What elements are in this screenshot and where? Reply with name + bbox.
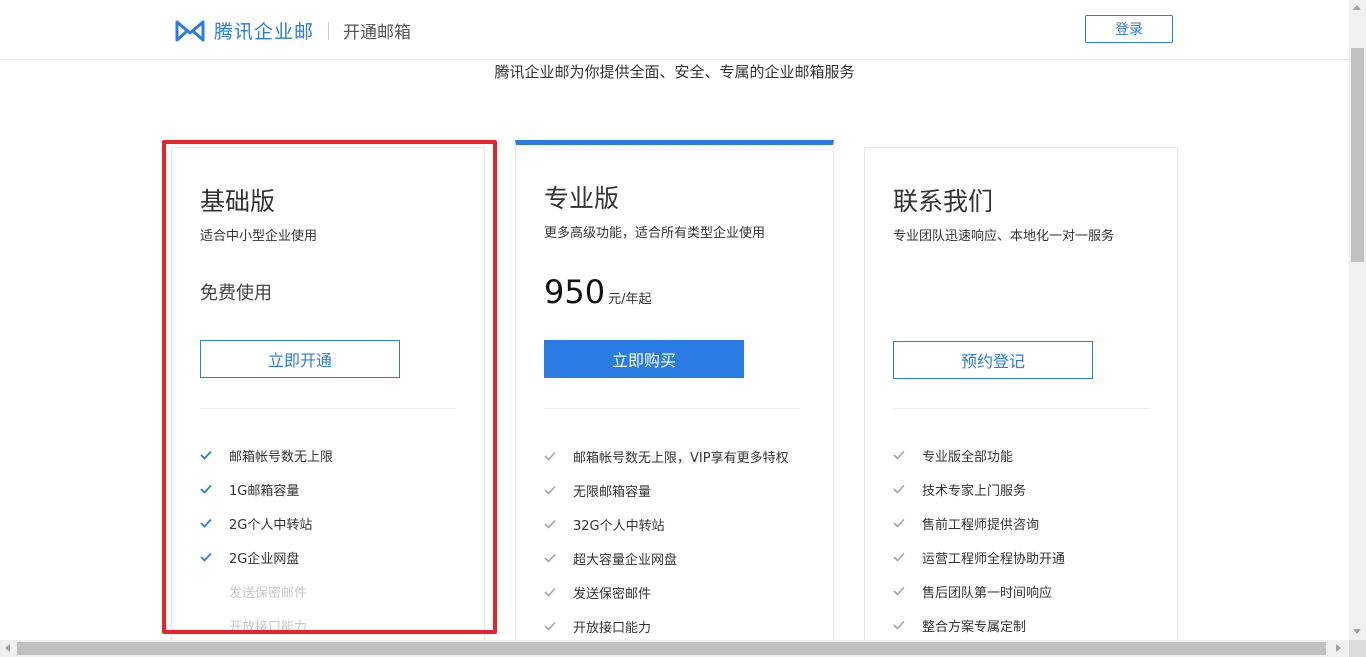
check-icon [200, 450, 214, 460]
check-icon [200, 552, 214, 562]
check-icon [893, 620, 907, 630]
scroll-down-arrow-icon[interactable] [1353, 629, 1361, 634]
plan-card-contact: 联系我们 专业团队迅速响应、本地化一对一服务 预约登记 专业版全部功能 技术专家… [864, 147, 1178, 657]
check-icon [544, 587, 558, 597]
feature-item: 32G个人中转站 [544, 507, 789, 541]
divider [200, 408, 456, 409]
divider [893, 408, 1149, 409]
buy-now-button[interactable]: 立即购买 [544, 340, 744, 378]
horizontal-scroll-thumb[interactable] [17, 642, 1326, 655]
feature-item: 专业版全部功能 [893, 438, 1065, 472]
feature-item: 整合方案专属定制 [893, 608, 1065, 642]
plan-desc: 适合中小型企业使用 [200, 229, 318, 244]
top-header: 腾讯企业邮 开通邮箱 登录 [0, 0, 1349, 60]
feature-item: 超大容量企业网盘 [544, 541, 789, 575]
check-icon [200, 484, 214, 494]
open-now-button[interactable]: 立即开通 [200, 340, 400, 378]
price-unit: 元/年起 [608, 292, 652, 307]
check-icon [544, 621, 558, 631]
check-icon [893, 450, 907, 460]
check-icon [544, 451, 558, 461]
check-icon [893, 552, 907, 562]
login-button[interactable]: 登录 [1085, 15, 1173, 43]
tencent-mail-logo-icon [174, 20, 206, 42]
price-amount: 950 [544, 273, 606, 311]
page-subtitle: 开通邮箱 [343, 23, 412, 43]
book-register-button[interactable]: 预约登记 [893, 341, 1093, 379]
feature-item: 邮箱帐号数无上限 [200, 438, 333, 472]
feature-item: 1G邮箱容量 [200, 472, 333, 506]
plan-price-text: 免费使用 [200, 283, 272, 304]
divider [544, 408, 800, 409]
brand-logo[interactable]: 腾讯企业邮 开通邮箱 [174, 17, 411, 44]
feature-item: 无限邮箱容量 [544, 473, 789, 507]
check-icon [893, 586, 907, 596]
feature-item-disabled: 开放接口能力 [229, 619, 308, 635]
check-icon [544, 485, 558, 495]
feature-item: 运营工程师全程协助开通 [893, 540, 1065, 574]
scroll-left-arrow-icon[interactable] [5, 644, 10, 652]
check-icon [544, 553, 558, 563]
plan-title: 基础版 [200, 187, 276, 216]
feature-item: 2G个人中转站 [200, 506, 333, 540]
plan-price: 950 元/年起 [544, 273, 651, 311]
scrollbar-corner [1349, 640, 1366, 657]
brand-name: 腾讯企业邮 [214, 21, 315, 43]
feature-item: 邮箱帐号数无上限，VIP享有更多特权 [544, 439, 789, 473]
scroll-up-arrow-icon[interactable] [1353, 5, 1361, 10]
feature-list: 邮箱帐号数无上限 1G邮箱容量 2G个人中转站 2G企业网盘 发送保密邮件 开放… [200, 438, 333, 642]
vertical-scrollbar[interactable] [1349, 0, 1366, 640]
check-icon [200, 518, 214, 528]
feature-item: 开放接口能力 [544, 609, 789, 643]
feature-item: 售后团队第一时间响应 [893, 574, 1065, 608]
feature-item: 发送保密邮件 [544, 575, 789, 609]
horizontal-scrollbar[interactable] [0, 640, 1349, 657]
feature-item: 2G企业网盘 [200, 540, 333, 574]
plan-card-basic: 基础版 适合中小型企业使用 免费使用 立即开通 邮箱帐号数无上限 1G邮箱容量 … [171, 147, 485, 657]
plan-card-pro: 专业版 更多高级功能，适合所有类型企业使用 950 元/年起 立即购买 邮箱帐号… [515, 140, 834, 657]
check-icon [893, 518, 907, 528]
header-separator [328, 21, 330, 40]
feature-item: 技术专家上门服务 [893, 472, 1065, 506]
scroll-right-arrow-icon[interactable] [1336, 644, 1341, 652]
plan-desc: 专业团队迅速响应、本地化一对一服务 [893, 229, 1115, 244]
check-icon [893, 484, 907, 494]
plan-title: 联系我们 [893, 187, 994, 216]
plan-desc: 更多高级功能，适合所有类型企业使用 [544, 226, 766, 241]
feature-list: 专业版全部功能 技术专家上门服务 售前工程师提供咨询 运营工程师全程协助开通 售… [893, 438, 1065, 642]
feature-list: 邮箱帐号数无上限，VIP享有更多特权 无限邮箱容量 32G个人中转站 超大容量企… [544, 439, 789, 643]
vertical-scroll-thumb[interactable] [1351, 48, 1364, 262]
page-slogan: 腾讯企业邮为你提供全面、安全、专属的企业邮箱服务 [494, 63, 855, 81]
feature-item-disabled: 发送保密邮件 [229, 585, 308, 601]
check-icon [544, 519, 558, 529]
feature-item: 售前工程师提供咨询 [893, 506, 1065, 540]
plan-title: 专业版 [544, 184, 620, 213]
